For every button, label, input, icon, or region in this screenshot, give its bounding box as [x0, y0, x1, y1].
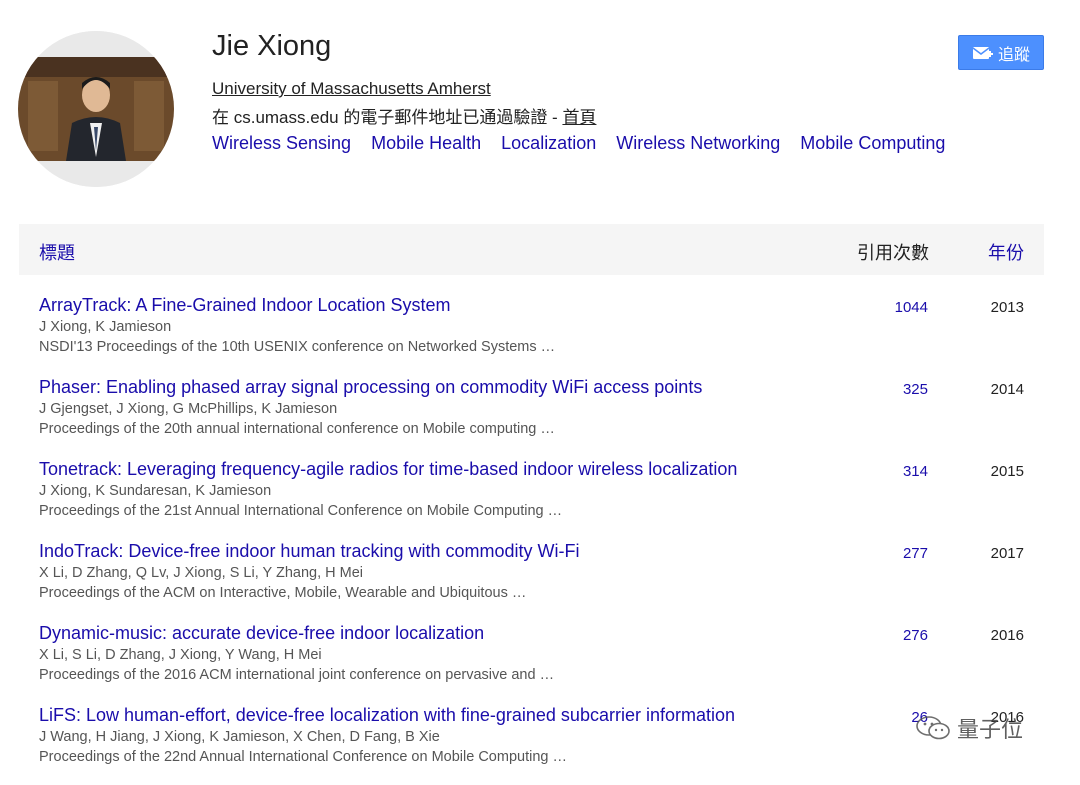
publication-title[interactable]: LiFS: Low human-effort, device-free loca… [39, 705, 735, 726]
publication-year: 2014 [990, 381, 1024, 398]
publication-title[interactable]: Dynamic-music: accurate device-free indo… [39, 623, 484, 644]
publication-venue: Proceedings of the 2016 ACM internationa… [39, 667, 555, 683]
interest-link[interactable]: Wireless Networking [616, 133, 780, 153]
citation-count[interactable]: 276 [903, 627, 928, 644]
publications-header: 標題 引用次數 年份 [19, 224, 1044, 275]
wechat-icon [916, 716, 950, 740]
publication-authors: X Li, D Zhang, Q Lv, J Xiong, S Li, Y Zh… [39, 565, 363, 581]
publication-authors: J Xiong, K Jamieson [39, 319, 172, 335]
profile-affiliation[interactable]: University of Massachusetts Amherst [212, 79, 491, 99]
mail-plus-icon [972, 46, 993, 59]
publication-row: LiFS: Low human-effort, device-free loca… [39, 705, 1044, 785]
citation-count[interactable]: 314 [903, 463, 928, 480]
publication-row: Tonetrack: Leveraging frequency-agile ra… [39, 459, 1044, 539]
interest-link[interactable]: Localization [501, 133, 596, 153]
citation-count[interactable]: 277 [903, 545, 928, 562]
verified-email-line: 在 cs.umass.edu 的電子郵件地址已通過驗證 - 首頁 [212, 103, 596, 128]
interest-link[interactable]: Mobile Computing [800, 133, 945, 153]
publication-venue: Proceedings of the 22nd Annual Internati… [39, 749, 567, 765]
publication-year: 2016 [990, 627, 1024, 644]
publication-venue: Proceedings of the 21st Annual Internati… [39, 503, 563, 519]
publication-venue: Proceedings of the 20th annual internati… [39, 421, 555, 437]
publication-row: IndoTrack: Device-free indoor human trac… [39, 541, 1044, 621]
publication-title[interactable]: Tonetrack: Leveraging frequency-agile ra… [39, 459, 737, 480]
profile-photo-image [18, 31, 174, 187]
watermark-text: 量子位 [957, 717, 1024, 742]
publication-year: 2015 [990, 463, 1024, 480]
sort-by-year[interactable]: 年份 [988, 239, 1024, 265]
publication-authors: J Wang, H Jiang, J Xiong, K Jamieson, X … [39, 729, 440, 745]
publication-venue: NSDI'13 Proceedings of the 10th USENIX c… [39, 339, 556, 355]
publication-year: 2017 [990, 545, 1024, 562]
profile-name: Jie Xiong [212, 30, 332, 62]
publication-row: Dynamic-music: accurate device-free indo… [39, 623, 1044, 703]
cited-by-header[interactable]: 引用次數 [857, 239, 929, 265]
verified-email-text: 在 cs.umass.edu 的電子郵件地址已通過驗證 - [212, 108, 563, 127]
homepage-link[interactable]: 首頁 [562, 108, 596, 127]
interest-link[interactable]: Wireless Sensing [212, 133, 351, 153]
publication-year: 2013 [990, 299, 1024, 316]
publication-venue: Proceedings of the ACM on Interactive, M… [39, 585, 527, 601]
publication-row: Phaser: Enabling phased array signal pro… [39, 377, 1044, 457]
citation-count[interactable]: 1044 [895, 299, 928, 316]
follow-label: 追蹤 [997, 46, 1030, 64]
publication-title[interactable]: Phaser: Enabling phased array signal pro… [39, 377, 702, 398]
publication-row: ArrayTrack: A Fine-Grained Indoor Locati… [39, 295, 1044, 375]
follow-button[interactable]: 追蹤 [958, 35, 1044, 70]
watermark: 量子位 [915, 708, 1023, 748]
publication-authors: J Xiong, K Sundaresan, K Jamieson [39, 483, 272, 499]
publication-title[interactable]: IndoTrack: Device-free indoor human trac… [39, 541, 580, 562]
citation-count[interactable]: 325 [903, 381, 928, 398]
publication-authors: J Gjengset, J Xiong, G McPhillips, K Jam… [39, 401, 338, 417]
publication-title[interactable]: ArrayTrack: A Fine-Grained Indoor Locati… [39, 295, 451, 316]
sort-by-title[interactable]: 標題 [39, 239, 75, 265]
interest-link[interactable]: Mobile Health [371, 133, 481, 153]
research-interests: Wireless Sensing Mobile Health Localizat… [212, 133, 960, 154]
profile-photo [18, 31, 174, 187]
publication-authors: X Li, S Li, D Zhang, J Xiong, Y Wang, H … [39, 647, 322, 663]
